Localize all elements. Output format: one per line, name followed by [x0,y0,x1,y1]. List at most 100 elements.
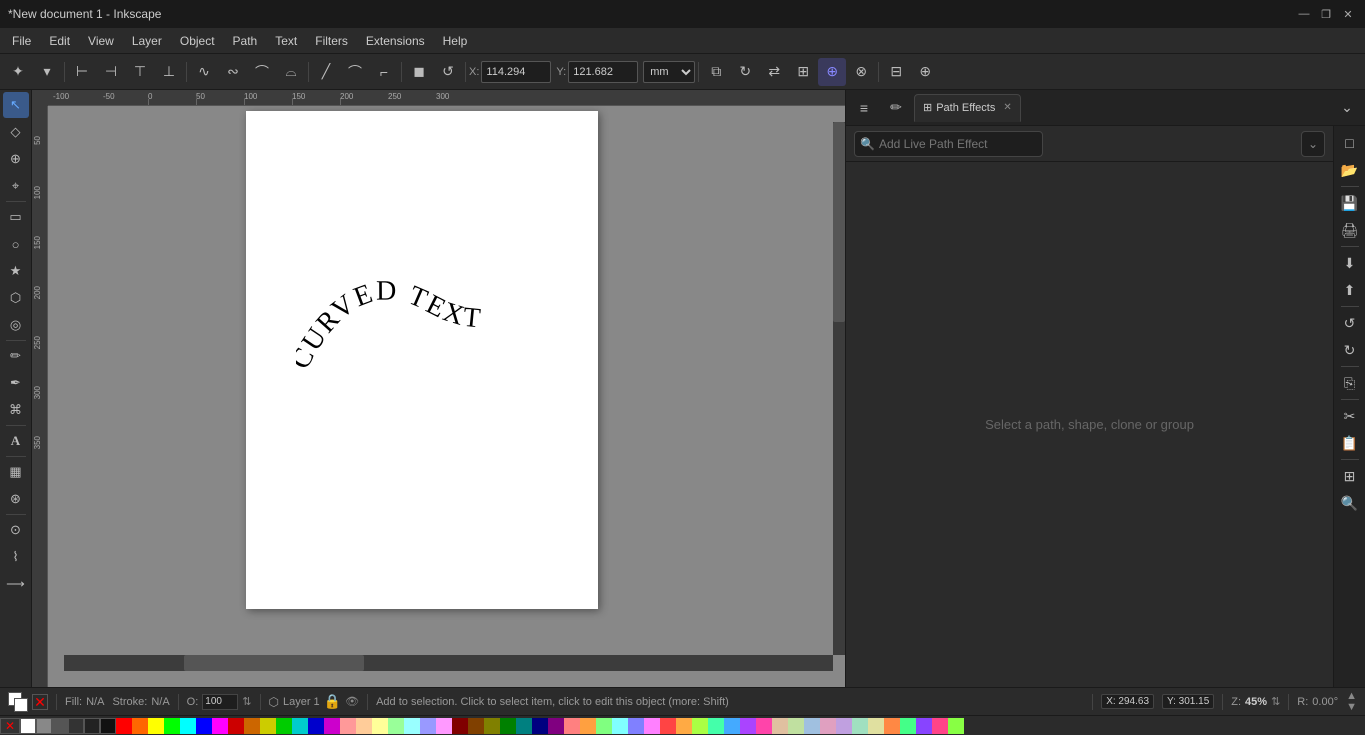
color-black[interactable] [100,718,116,734]
color-cyan[interactable] [180,718,196,734]
color-periwinkle[interactable] [628,718,644,734]
color-lavender[interactable] [836,718,852,734]
color-dark-gray[interactable] [52,718,68,734]
color-dark-red[interactable] [228,718,244,734]
color-violet[interactable] [740,718,756,734]
tweak-tool-btn[interactable]: ⊕ [3,146,29,172]
node-tool-btn[interactable]: ◇ [3,119,29,145]
color-indigo[interactable] [916,718,932,734]
color-dark-green[interactable] [276,718,292,734]
menu-view[interactable]: View [80,31,122,51]
toolbar-node-smooth[interactable]: ⌒ [248,58,276,86]
toolbar-align-left[interactable]: ⊢ [68,58,96,86]
box3d-tool-btn[interactable]: ⬡ [3,285,29,311]
tab-path-effects[interactable]: ⊞ Path Effects ✕ [914,94,1021,122]
circle-tool-btn[interactable]: ○ [3,231,29,257]
color-red[interactable] [116,718,132,734]
vertical-scrollbar[interactable] [833,122,845,655]
paste-btn[interactable]: 📋 [1337,430,1363,456]
gradient-tool-btn[interactable]: ▦ [3,459,29,485]
color-light-blue2[interactable] [804,718,820,734]
color-dark-green2[interactable] [500,718,516,734]
color-light-blue[interactable] [420,718,436,734]
toolbar-node-add[interactable]: ∿ [190,58,218,86]
select-tool-btn[interactable]: ↖ [3,92,29,118]
toolbar-zoom-in[interactable]: ⊕ [911,58,939,86]
color-dark-yellow[interactable] [260,718,276,734]
color-light-cyan[interactable] [404,718,420,734]
toolbar-zoom-fit[interactable]: ⊟ [882,58,910,86]
color-lime[interactable] [692,718,708,734]
vertical-scrollbar-thumb[interactable] [833,122,845,322]
rect-tool-btn[interactable]: ▭ [3,204,29,230]
color-olive[interactable] [484,718,500,734]
color-white[interactable] [20,718,36,734]
toolbar-node-cusp[interactable]: ⌓ [277,58,305,86]
color-hot-pink[interactable] [756,718,772,734]
opacity-arrows[interactable]: ⇅ [242,695,251,708]
copy-btn[interactable]: ⎘ [1337,370,1363,396]
redo-btn[interactable]: ↻ [1337,337,1363,363]
color-magenta[interactable] [212,718,228,734]
toolbar-open[interactable]: ▾ [33,58,61,86]
close-button[interactable]: ✕ [1339,5,1357,23]
toolbar-rotate[interactable]: ↻ [731,58,759,86]
toolbar-transform[interactable]: ⧉ [702,58,730,86]
color-orange2[interactable] [676,718,692,734]
fill-stroke-indicator[interactable] [8,692,28,712]
toolbar-align-bottom[interactable]: ⊥ [155,58,183,86]
minimize-button[interactable]: — [1295,5,1313,23]
color-light-yellow[interactable] [372,718,388,734]
lpe-search-input[interactable] [854,131,1043,157]
toolbar-corner[interactable]: ⌐ [370,58,398,86]
x-input[interactable] [481,61,551,83]
layer-lock[interactable]: 🔒 [324,693,341,710]
color-salmon[interactable] [564,718,580,734]
color-red2[interactable] [660,718,676,734]
remove-color-btn[interactable]: ✕ [0,718,20,734]
color-dark-cyan[interactable] [292,718,308,734]
color-dark-orange[interactable] [244,718,260,734]
color-emerald[interactable] [900,718,916,734]
save-btn[interactable]: 💾 [1337,190,1363,216]
zoom-tool-btn[interactable]: ⌖ [3,173,29,199]
color-yellow-green[interactable] [948,718,964,734]
measure-tool-btn[interactable]: ⌇ [3,544,29,570]
eyedropper-tool-btn[interactable]: ⊙ [3,517,29,543]
panel-expand-btn[interactable]: ⌄ [1333,94,1361,122]
color-aqua[interactable] [612,718,628,734]
color-peach[interactable] [580,718,596,734]
maximize-button[interactable]: ❐ [1317,5,1335,23]
tab-close-icon[interactable]: ✕ [1003,102,1011,113]
canvas-area[interactable]: -100 -50 0 50 100 150 200 250 300 50 100 [32,90,845,687]
toolbar-square[interactable]: ◼ [405,58,433,86]
color-light-pink[interactable] [820,718,836,734]
panel-btn-align[interactable]: ≡ [850,94,878,122]
print-btn[interactable]: 🖨 [1337,217,1363,243]
toolbar-align-center[interactable]: ⊣ [97,58,125,86]
zoom-fit-btn[interactable]: ⊞ [1337,463,1363,489]
star-tool-btn[interactable]: ★ [3,258,29,284]
color-yellow[interactable] [148,718,164,734]
export-btn[interactable]: ⬆ [1337,277,1363,303]
panel-btn-fill[interactable]: ✏ [882,94,910,122]
color-brown[interactable] [468,718,484,734]
calligraphy-tool-btn[interactable]: ⌘ [3,397,29,423]
color-darker-gray[interactable] [68,718,84,734]
toolbar-line[interactable]: ╱ [312,58,340,86]
connector-tool-btn[interactable]: ⟶ [3,571,29,597]
new-document-btn[interactable]: □ [1337,130,1363,156]
menu-edit[interactable]: Edit [41,31,78,51]
color-burnt-orange[interactable] [884,718,900,734]
menu-help[interactable]: Help [435,31,476,51]
toolbar-snap2[interactable]: ⊗ [847,58,875,86]
color-teal[interactable] [516,718,532,734]
unit-dropdown[interactable]: mm px cm in [643,61,695,83]
spiral-tool-btn[interactable]: ◎ [3,312,29,338]
color-seafoam[interactable] [852,718,868,734]
horizontal-scrollbar[interactable] [64,655,833,671]
color-tan[interactable] [772,718,788,734]
toolbar-curve[interactable]: ⌒ [341,58,369,86]
toolbar-snap[interactable]: ⊕ [818,58,846,86]
spray-tool-btn[interactable]: ⊛ [3,486,29,512]
